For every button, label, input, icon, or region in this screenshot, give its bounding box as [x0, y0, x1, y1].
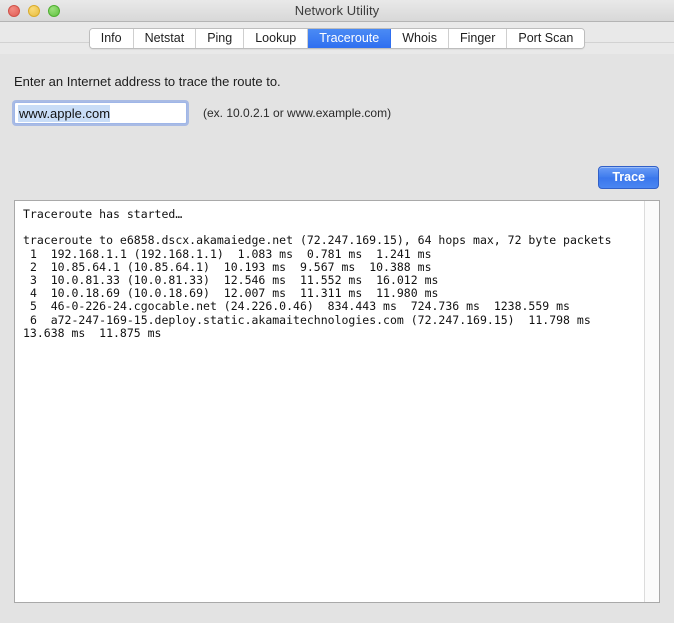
tabbar-container: Info Netstat Ping Lookup Traceroute Whois Fing… [0, 22, 674, 54]
address-input-value: www.apple.com [18, 104, 111, 122]
zoom-window-icon[interactable] [48, 4, 60, 17]
tab-lookup[interactable]: Lookup [244, 28, 309, 48]
output-scrollbar[interactable] [644, 201, 659, 602]
prompt-label: Enter an Internet address to trace the r… [14, 74, 281, 89]
output-panel: Traceroute has started… traceroute to e6… [14, 200, 660, 603]
traceroute-output[interactable]: Traceroute has started… traceroute to e6… [15, 201, 644, 602]
address-input[interactable]: www.apple.com [14, 102, 187, 124]
address-format-hint: (ex. 10.0.2.1 or www.example.com) [203, 106, 392, 120]
tab-netstat[interactable]: Netstat [133, 28, 197, 48]
window-title: Network Utility [294, 3, 380, 18]
close-window-icon[interactable] [8, 4, 20, 17]
tab-traceroute[interactable]: Traceroute [308, 28, 392, 48]
address-field-row: www.apple.com (ex. 10.0.2.1 or www.examp… [14, 102, 660, 124]
traceroute-panel: Enter an Internet address to trace the r… [0, 54, 674, 623]
tab-whois[interactable]: Whois [391, 28, 449, 48]
tab-port-scan[interactable]: Port Scan [507, 28, 585, 48]
window-titlebar: Network Utility [0, 0, 674, 22]
action-row: Trace [14, 166, 660, 189]
minimize-window-icon[interactable] [28, 4, 40, 17]
tab-finger[interactable]: Finger [448, 28, 508, 48]
tab-ping[interactable]: Ping [196, 28, 245, 48]
tab-info[interactable]: Info [89, 28, 134, 48]
window-controls [8, 0, 60, 21]
tabbar: Info Netstat Ping Lookup Traceroute Whois Fing… [88, 27, 586, 49]
trace-button[interactable]: Trace [598, 166, 659, 189]
